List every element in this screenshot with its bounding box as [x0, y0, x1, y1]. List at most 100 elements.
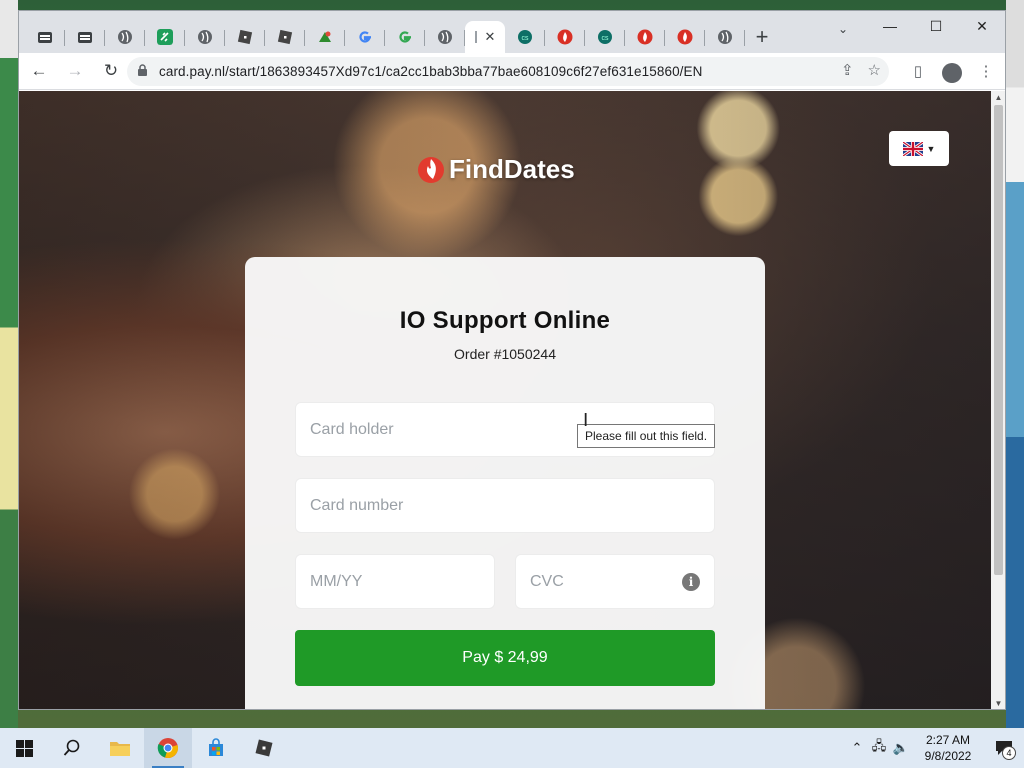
app-icon — [78, 32, 92, 43]
globe-icon — [718, 30, 732, 44]
svg-text:cs: cs — [522, 35, 530, 42]
roblox-icon — [237, 29, 253, 45]
new-tab-plus-icon[interactable]: + — [745, 21, 779, 53]
desktop-window-right — [1006, 0, 1024, 728]
pay-button[interactable]: Pay $ 24,99 — [295, 630, 715, 686]
tab[interactable]: cs — [585, 21, 625, 53]
clock-date: 9/8/2022 — [924, 749, 972, 763]
tab-active[interactable]: ✕ — [465, 21, 505, 53]
card-number-input[interactable] — [310, 479, 714, 532]
omnibox-actions: ⇪ ☆ — [841, 61, 881, 79]
green-app-icon — [319, 31, 331, 42]
page-viewport: FindDates ▼ IO Support Online Order #105… — [19, 91, 991, 709]
browser-toolbar: ← → ↻ card.pay.nl/start/1863893457Xd97c1… — [19, 53, 1005, 90]
tab[interactable] — [705, 21, 745, 53]
back-arrow-icon[interactable]: ← — [23, 55, 55, 87]
tab[interactable]: cs — [505, 21, 545, 53]
globe-icon — [118, 30, 132, 44]
profile-avatar[interactable] — [939, 57, 965, 85]
globe-icon — [438, 30, 452, 44]
tab[interactable] — [25, 21, 65, 53]
tab[interactable] — [425, 21, 465, 53]
tab[interactable] — [305, 21, 345, 53]
tab[interactable] — [265, 21, 305, 53]
teal-app-icon: cs — [518, 30, 532, 44]
payment-card: IO Support Online Order #1050244 i Pay $… — [245, 257, 765, 709]
order-number: Order #1050244 — [454, 346, 556, 362]
tab[interactable] — [625, 21, 665, 53]
url-text[interactable]: card.pay.nl/start/1863893457Xd97c1/ca2cc… — [159, 64, 703, 79]
tab[interactable] — [65, 21, 105, 53]
desktop-window-left — [0, 0, 18, 728]
app-icon — [38, 32, 52, 43]
notification-center-icon[interactable]: 4 — [984, 728, 1024, 768]
close-tab-icon[interactable]: ✕ — [485, 29, 496, 45]
tab-favicon-placeholder — [474, 31, 477, 43]
scroll-down-icon[interactable]: ▼ — [994, 699, 1003, 709]
fire-icon — [677, 29, 693, 45]
text-cursor-icon: I — [583, 410, 589, 431]
fire-icon — [637, 29, 653, 45]
scroll-thumb[interactable] — [994, 105, 1003, 575]
brand-name: FindDates — [449, 153, 575, 184]
tab[interactable] — [345, 21, 385, 53]
cvc-field[interactable]: i — [515, 554, 715, 609]
roblox-icon — [277, 29, 293, 45]
menu-kebab-icon[interactable]: ⋮ — [973, 57, 999, 85]
card-number-field[interactable] — [295, 478, 715, 533]
page-scrollbar[interactable]: ▲ ▼ — [991, 91, 1005, 709]
system-tray: ⌃ 🖧 🔈 2:27 AM 9/8/2022 4 — [846, 728, 1024, 768]
store-icon[interactable] — [192, 728, 240, 768]
lock-icon[interactable] — [137, 63, 151, 80]
tab[interactable] — [225, 21, 265, 53]
brand-logo[interactable]: FindDates — [417, 151, 575, 187]
chevron-up-icon[interactable]: ⌃ — [846, 728, 868, 768]
google-icon — [359, 31, 371, 43]
browser-window: ✕ cs cs + ⌄ — ☐ ✕ ← → ↻ card.pay.nl/star… — [18, 10, 1006, 710]
tab[interactable] — [385, 21, 425, 53]
address-bar[interactable]: card.pay.nl/start/1863893457Xd97c1/ca2cc… — [127, 57, 889, 86]
tab-search-chevron-icon[interactable]: ⌄ — [831, 17, 855, 41]
expiry-input[interactable] — [310, 555, 494, 608]
forward-arrow-icon[interactable]: → — [59, 55, 91, 87]
minimize-icon[interactable]: — — [867, 11, 913, 41]
teal-app-icon: cs — [598, 30, 612, 44]
uk-flag-icon — [902, 141, 923, 156]
tab[interactable] — [665, 21, 705, 53]
fire-icon — [557, 29, 573, 45]
notification-count-badge: 4 — [1002, 746, 1016, 760]
info-icon[interactable]: i — [682, 573, 700, 591]
toolbar-right: ▯ ⋮ — [905, 57, 999, 85]
merchant-title: IO Support Online — [399, 307, 611, 334]
window-controls: — ☐ ✕ — [867, 11, 1005, 41]
roblox-icon[interactable] — [240, 728, 288, 768]
file-explorer-icon[interactable] — [96, 728, 144, 768]
tab[interactable] — [105, 21, 145, 53]
tab[interactable] — [545, 21, 585, 53]
expiry-field[interactable] — [295, 554, 495, 609]
language-selector[interactable]: ▼ — [889, 131, 949, 166]
network-icon[interactable]: 🖧 — [868, 728, 890, 768]
maximize-icon[interactable]: ☐ — [913, 11, 959, 41]
scroll-up-icon[interactable]: ▲ — [994, 93, 1003, 103]
link-icon — [157, 29, 173, 45]
tab[interactable] — [185, 21, 225, 53]
bookmark-star-icon[interactable]: ☆ — [868, 61, 881, 79]
flame-logo-icon — [418, 157, 444, 183]
search-icon[interactable] — [48, 728, 96, 768]
side-panel-icon[interactable]: ▯ — [905, 57, 931, 85]
close-window-icon[interactable]: ✕ — [959, 11, 1005, 41]
svg-text:cs: cs — [602, 35, 610, 42]
tab-strip: ✕ cs cs + ⌄ — ☐ ✕ — [19, 11, 1005, 53]
chrome-icon[interactable] — [144, 728, 192, 768]
reload-icon[interactable]: ↻ — [95, 55, 127, 87]
clock[interactable]: 2:27 AM 9/8/2022 — [918, 732, 978, 764]
share-icon[interactable]: ⇪ — [841, 61, 854, 79]
chevron-down-icon: ▼ — [926, 143, 936, 154]
windows-start-icon[interactable] — [0, 728, 48, 768]
taskbar: ⌃ 🖧 🔈 2:27 AM 9/8/2022 4 — [0, 728, 1024, 768]
clock-time: 2:27 AM — [925, 733, 971, 747]
tab[interactable] — [145, 21, 185, 53]
volume-icon[interactable]: 🔈 — [890, 728, 912, 768]
google-icon — [399, 31, 411, 43]
